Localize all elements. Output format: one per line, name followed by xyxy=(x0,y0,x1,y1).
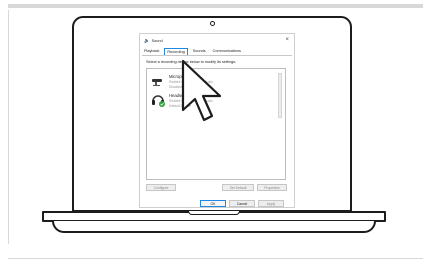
apply-button[interactable]: Apply xyxy=(258,200,284,207)
dialog-title-bar: 🔈 Sound xyxy=(144,38,163,44)
page-top-rule xyxy=(8,4,423,8)
list-scrollbar[interactable] xyxy=(278,73,282,118)
cancel-button[interactable]: Cancel xyxy=(229,200,255,207)
microphone-icon xyxy=(151,74,165,88)
speaker-icon: 🔈 xyxy=(144,37,150,43)
laptop-base-bottom xyxy=(52,221,376,233)
page-bottom-rule xyxy=(8,258,423,259)
set-default-button[interactable]: Set Default xyxy=(222,184,254,191)
properties-button[interactable]: Properties xyxy=(257,184,287,191)
mouse-pointer-icon xyxy=(180,58,228,129)
laptop-notch xyxy=(188,211,240,215)
webcam-icon xyxy=(210,21,215,26)
headset-icon xyxy=(151,93,165,107)
dialog-title: Sound xyxy=(151,39,163,43)
configure-button[interactable]: Configure xyxy=(146,184,176,191)
close-button[interactable]: × xyxy=(285,37,289,43)
ok-button[interactable]: OK xyxy=(200,200,226,207)
page-left-rule xyxy=(8,10,9,244)
tab-divider xyxy=(142,55,292,56)
